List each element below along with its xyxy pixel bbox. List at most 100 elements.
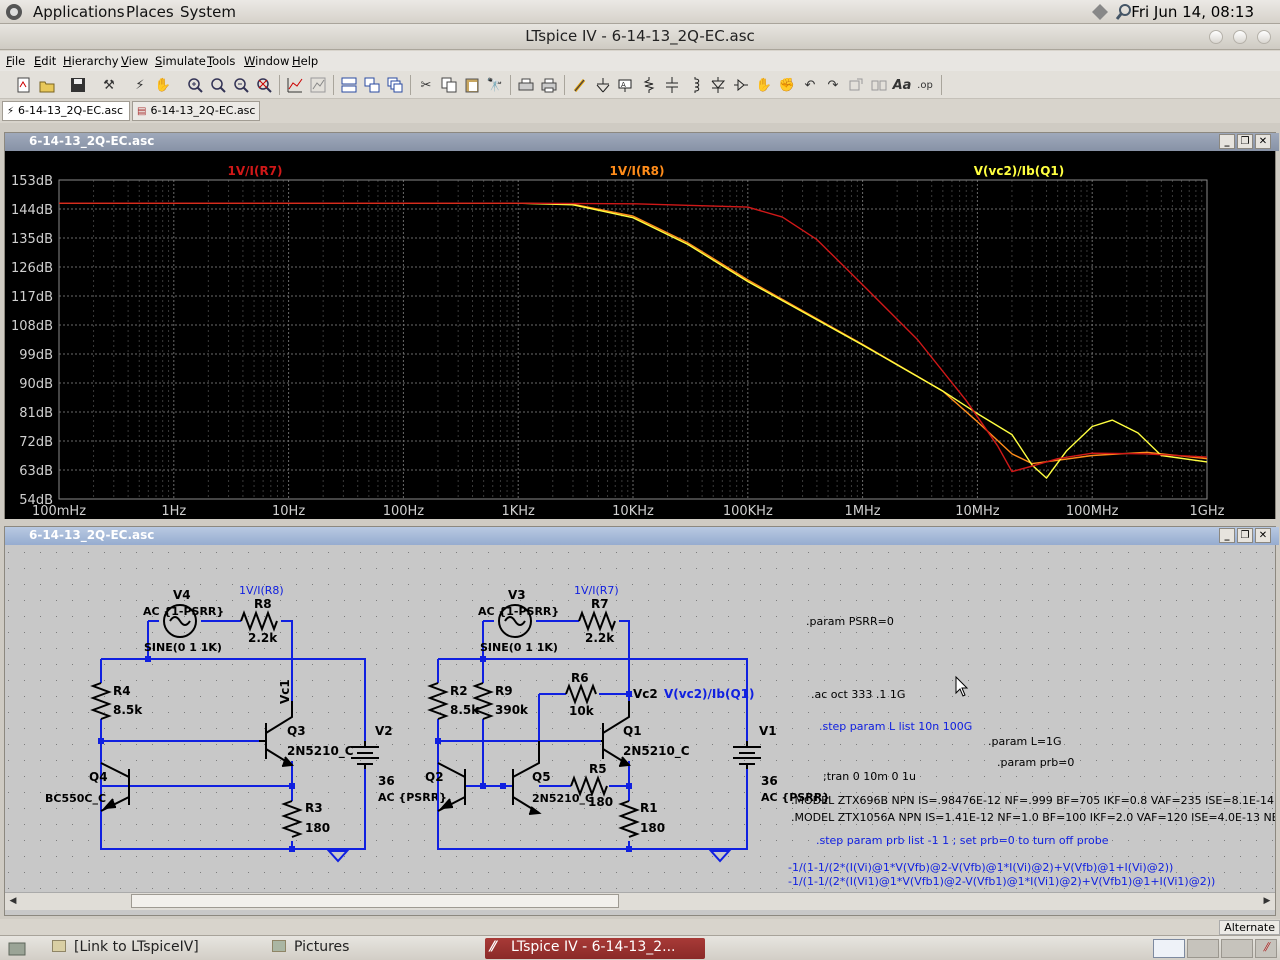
component-icon[interactable] [732,76,750,94]
scroll-right-arrow-icon[interactable]: ▶ [1260,894,1274,908]
search-icon[interactable] [1115,3,1133,21]
tab-schematic[interactable]: ⚡ 6-14-13_2Q-EC.asc [2,101,130,121]
copy-icon[interactable] [440,76,458,94]
gnome-foot-icon[interactable] [4,2,24,22]
zoom-in-icon[interactable] [186,76,204,94]
autorange-icon[interactable] [286,76,304,94]
clock[interactable]: Fri Jun 14, 08:13 [1131,3,1254,21]
capacitor-icon[interactable] [663,76,681,94]
minimize-button[interactable]: _ [1219,134,1235,149]
menu-hierarchy[interactable]: Hierarchy [63,54,119,68]
menu-tools[interactable]: Tools [207,54,235,68]
directive-step-prb[interactable]: .step param prb list -1 1 ; set prb=0 to… [816,834,1109,847]
zoom-cancel-icon[interactable] [255,76,273,94]
close-button[interactable]: ✕ [1255,528,1271,543]
workspace-2[interactable] [1187,939,1219,958]
task-ltspice[interactable]: ⫽ LTspice IV - 6-14-13_2... [485,938,705,959]
r7-name: R7 [591,597,609,611]
menu-applications[interactable]: Applications [33,3,125,21]
rotate-icon[interactable] [847,76,865,94]
schematic-window-titlebar[interactable]: 6-14-13_2Q-EC.asc _ ❐ ✕ [5,527,1279,545]
spice-directive-icon[interactable]: .op [916,76,934,94]
menu-view[interactable]: View [121,54,148,68]
print-setup-icon[interactable] [517,76,535,94]
comment-expression-2[interactable]: -1/(1-1/(2*(I(Vi1)@1*V(Vfb1)@2-V(Vfb1)@1… [788,875,1215,888]
workspace-1[interactable] [1153,939,1185,958]
waveform-plot[interactable]: 100mHz 1Hz 10Hz 100Hz 1KHz 10KHz 100KHz 1MHz 10M… [5,151,1275,519]
directive-tran[interactable]: ;tran 0 10m 0 1u [823,770,916,783]
tile-vertical-icon[interactable] [363,76,381,94]
directive-param-psrr[interactable]: .param PSRR=0 [806,615,894,628]
resistor-icon[interactable] [640,76,658,94]
minimize-window-button[interactable] [1209,30,1223,44]
menu-simulate[interactable]: Simulate [155,54,206,68]
waveform-window-titlebar[interactable]: 6-14-13_2Q-EC.asc _ ❐ ✕ [5,133,1279,151]
legend-label: 1V/I(R7) [227,164,282,178]
draw-wire-icon[interactable] [571,76,589,94]
restore-button[interactable]: ❐ [1237,528,1253,543]
v4-ac-label: AC {1-PSRR} [143,605,224,618]
halt-icon[interactable]: ✋ [154,76,172,94]
move-icon[interactable]: ✋ [755,76,773,94]
tab-waveform[interactable]: ▤ 6-14-13_2Q-EC.asc [132,101,260,121]
save-icon[interactable] [69,76,87,94]
menu-places[interactable]: Places [126,3,174,21]
text-icon[interactable]: Aa [893,76,912,94]
network-icon[interactable] [1091,3,1109,21]
redo-icon[interactable]: ↷ [824,76,842,94]
workspace-4[interactable]: ⫽ [1255,939,1277,958]
open-icon[interactable] [38,76,56,94]
menu-system[interactable]: System [180,3,236,21]
tile-horizontal-icon[interactable] [340,76,358,94]
drag-icon[interactable]: ✊ [778,76,796,94]
close-window-button[interactable] [1257,30,1271,44]
print-icon[interactable] [540,76,558,94]
close-button[interactable]: ✕ [1255,134,1271,149]
pick-trace-icon[interactable] [309,76,327,94]
menu-window[interactable]: Window [244,54,289,68]
cut-icon[interactable]: ✂ [417,76,435,94]
inductor-icon[interactable] [686,76,704,94]
zoom-out-icon[interactable] [209,76,227,94]
directive-ac[interactable]: .ac oct 333 .1 1G [811,688,905,701]
directive-param-prb[interactable]: .param prb=0 [997,756,1074,769]
maximize-window-button[interactable] [1233,30,1247,44]
restore-button[interactable]: ❐ [1237,134,1253,149]
y-tick-label: 99dB [19,348,53,363]
ground-icon[interactable] [594,76,612,94]
task-link-ltspice[interactable]: [Link to LTspiceIV] [48,938,203,959]
control-panel-icon[interactable]: ⚒ [100,76,118,94]
menu-help[interactable]: Help [292,54,318,68]
find-icon[interactable]: 🔭 [486,76,504,94]
schematic-canvas[interactable]: 1V/I(R8) V4 AC {1-PSRR} SINE(0 1 1K) R8 … [5,545,1275,892]
scrollbar-thumb[interactable] [131,894,619,908]
directive-param-l[interactable]: .param L=1G [988,735,1062,748]
directive-model-ztx696b[interactable]: .MODEL ZTX696B NPN IS=.98476E-12 NF=.999… [791,794,1275,807]
cascade-icon[interactable] [386,76,404,94]
zoom-fit-icon[interactable] [232,76,250,94]
label-net-icon[interactable]: A [617,76,635,94]
r1-value: 180 [640,821,665,835]
y-tick-label: 144dB [11,203,53,218]
minimize-button[interactable]: _ [1219,528,1235,543]
show-desktop-icon[interactable] [8,940,26,956]
paste-icon[interactable] [463,76,481,94]
y-tick-label: 117dB [11,290,53,305]
diode-icon[interactable] [709,76,727,94]
x-tick-label: 10KHz [612,504,654,519]
workspace-3[interactable] [1221,939,1253,958]
task-pictures[interactable]: Pictures [268,938,353,959]
directive-step-l[interactable]: .step param L list 10n 100G [819,720,972,733]
horizontal-scrollbar[interactable]: ◀ ▶ [5,892,1275,910]
toolbar-separator [410,75,411,95]
mirror-icon[interactable] [870,76,888,94]
legend-label: 1V/I(R8) [609,164,664,178]
scroll-left-arrow-icon[interactable]: ◀ [6,894,20,908]
new-schematic-icon[interactable] [15,76,33,94]
directive-model-ztx1056a[interactable]: .MODEL ZTX1056A NPN IS=1.41E-12 NF=1.0 B… [791,811,1275,824]
menu-edit[interactable]: Edit [34,54,56,68]
run-icon[interactable]: ⚡ [131,76,149,94]
undo-icon[interactable]: ↶ [801,76,819,94]
menu-file[interactable]: File [6,54,25,68]
comment-expression-1[interactable]: -1/(1-1/(2*(I(Vi)@1*V(Vfb)@2-V(Vfb)@1*I(… [788,861,1173,874]
